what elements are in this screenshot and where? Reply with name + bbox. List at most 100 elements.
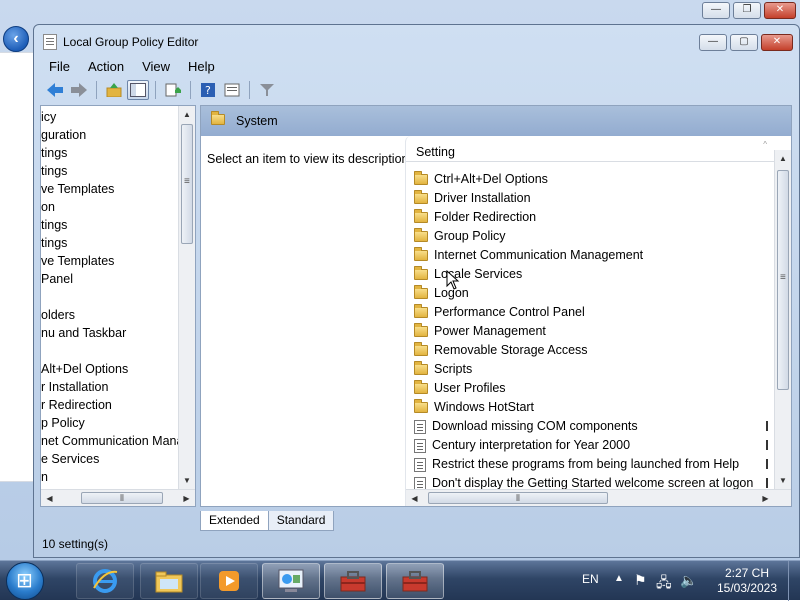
tree-vertical-scrollbar[interactable]: ▲ ▼: [178, 106, 195, 489]
minimize-button[interactable]: —: [699, 34, 727, 51]
list-item[interactable]: Scripts: [414, 360, 770, 379]
windows-explorer-icon[interactable]: [140, 563, 198, 599]
scroll-right-icon[interactable]: ▶: [757, 490, 774, 506]
properties-icon[interactable]: [221, 80, 243, 100]
forward-arrow-icon[interactable]: [68, 80, 90, 100]
network-icon[interactable]: 🖧: [656, 572, 672, 596]
scroll-up-icon[interactable]: ▲: [775, 150, 791, 167]
tree-item[interactable]: on: [41, 198, 181, 216]
list-item[interactable]: Internet Communication Management: [414, 246, 770, 265]
tree-item[interactable]: Alt+Del Options: [41, 360, 181, 378]
list-item[interactable]: Performance Control Panel: [414, 303, 770, 322]
list-item-label: Internet Communication Management: [434, 248, 644, 262]
tab-standard[interactable]: Standard: [267, 511, 335, 531]
toolbox-taskbar-icon[interactable]: [324, 563, 382, 599]
tree-item[interactable]: ve Templates: [41, 180, 181, 198]
scroll-left-icon[interactable]: ◀: [41, 490, 58, 506]
export-list-icon[interactable]: [162, 80, 184, 100]
internet-explorer-icon[interactable]: [76, 563, 134, 599]
list-item[interactable]: Windows HotStart: [414, 398, 770, 417]
show-hidden-icons-icon[interactable]: ▲: [614, 573, 624, 584]
tree-item[interactable]: net Communication Mana: [41, 432, 181, 450]
control-panel-taskbar-icon[interactable]: [262, 563, 320, 599]
tree-item[interactable]: [41, 288, 181, 306]
up-folder-icon[interactable]: [103, 80, 125, 100]
list-item[interactable]: Restrict these programs from being launc…: [414, 455, 770, 474]
tree-item[interactable]: tings: [41, 144, 181, 162]
tree-item[interactable]: ve Templates: [41, 252, 181, 270]
tree-item[interactable]: [41, 342, 181, 360]
tree-item[interactable]: Panel: [41, 270, 181, 288]
clock[interactable]: 2:27 CH 15/03/2023: [708, 566, 786, 596]
close-button[interactable]: ✕: [764, 2, 796, 19]
back-arrow-icon[interactable]: ‹: [3, 26, 29, 52]
scroll-down-icon[interactable]: ▼: [775, 472, 791, 489]
list-item-label: User Profiles: [434, 381, 506, 395]
gpedit-taskbar-icon[interactable]: [386, 563, 444, 599]
tree-item[interactable]: guration: [41, 126, 181, 144]
scroll-thumb[interactable]: [777, 170, 789, 390]
folder-icon: [414, 323, 428, 337]
list-item-label: Windows HotStart: [434, 400, 535, 414]
list-item-label: Century interpretation for Year 2000: [432, 438, 631, 452]
column-setting[interactable]: Setting: [416, 145, 455, 159]
list-item[interactable]: User Profiles: [414, 379, 770, 398]
list-item[interactable]: Ctrl+Alt+Del Options: [414, 170, 770, 189]
language-indicator[interactable]: EN: [582, 572, 599, 586]
scroll-left-icon[interactable]: ◀: [406, 490, 423, 506]
maximize-button[interactable]: ▢: [730, 34, 758, 51]
action-center-flag-icon[interactable]: ⚑: [634, 572, 647, 589]
show-hide-tree-icon[interactable]: [127, 80, 149, 100]
show-desktop-button[interactable]: [788, 561, 800, 601]
title-bar[interactable]: Local Group Policy Editor — ▢ ✕: [34, 25, 799, 55]
taskbar: EN ▲ ⚑ 🖧 🔈 2:27 CH 15/03/2023: [0, 560, 800, 601]
list-item[interactable]: Driver Installation: [414, 189, 770, 208]
scroll-down-icon[interactable]: ▼: [179, 472, 195, 489]
list-item-label: Ctrl+Alt+Del Options: [434, 172, 548, 186]
scroll-right-icon[interactable]: ▶: [178, 490, 195, 506]
menu-action[interactable]: Action: [79, 59, 133, 74]
list-item[interactable]: Locale Services: [414, 265, 770, 284]
tree-item[interactable]: olders: [41, 306, 181, 324]
close-button[interactable]: ✕: [761, 34, 793, 51]
scroll-thumb[interactable]: [181, 124, 193, 244]
menu-help[interactable]: Help: [179, 59, 224, 74]
tree-item[interactable]: e Services: [41, 450, 181, 468]
media-player-icon[interactable]: [200, 563, 258, 599]
list-item[interactable]: Group Policy: [414, 227, 770, 246]
tree-item[interactable]: nu and Taskbar: [41, 324, 181, 342]
list-item[interactable]: Download missing COM components: [414, 417, 770, 436]
filter-icon[interactable]: [256, 80, 278, 100]
clock-time: 2:27 CH: [724, 566, 770, 580]
scroll-thumb[interactable]: ⦀: [428, 492, 608, 504]
tree-item[interactable]: tings: [41, 162, 181, 180]
scroll-thumb[interactable]: ⦀: [81, 492, 163, 504]
tab-extended[interactable]: Extended: [200, 511, 269, 531]
start-button[interactable]: [6, 562, 44, 600]
svg-text:?: ?: [205, 84, 211, 97]
tree-item[interactable]: tings: [41, 234, 181, 252]
tree-item[interactable]: r Installation: [41, 378, 181, 396]
tree-item[interactable]: n: [41, 468, 181, 486]
menu-file[interactable]: File: [40, 59, 79, 74]
list-item[interactable]: Removable Storage Access: [414, 341, 770, 360]
list-horizontal-scrollbar[interactable]: ◀ ⦀ ▶: [406, 489, 791, 506]
volume-icon[interactable]: 🔈: [680, 572, 697, 589]
tree-horizontal-scrollbar[interactable]: ◀ ⦀ ▶: [41, 489, 195, 506]
view-tabs: Extended Standard: [200, 511, 335, 531]
back-arrow-icon[interactable]: [44, 80, 66, 100]
tree-item[interactable]: icy: [41, 108, 181, 126]
menu-view[interactable]: View: [133, 59, 179, 74]
list-item[interactable]: Logon: [414, 284, 770, 303]
list-item[interactable]: Century interpretation for Year 2000: [414, 436, 770, 455]
minimize-button[interactable]: —: [702, 2, 730, 19]
list-item[interactable]: Folder Redirection: [414, 208, 770, 227]
tree-item[interactable]: tings: [41, 216, 181, 234]
scroll-up-icon[interactable]: ▲: [179, 106, 195, 123]
tree-item[interactable]: r Redirection: [41, 396, 181, 414]
maximize-button[interactable]: ❐: [733, 2, 761, 19]
list-item[interactable]: Power Management: [414, 322, 770, 341]
help-icon[interactable]: ?: [197, 80, 219, 100]
list-vertical-scrollbar[interactable]: ▲ ▼: [774, 150, 791, 489]
tree-item[interactable]: p Policy: [41, 414, 181, 432]
